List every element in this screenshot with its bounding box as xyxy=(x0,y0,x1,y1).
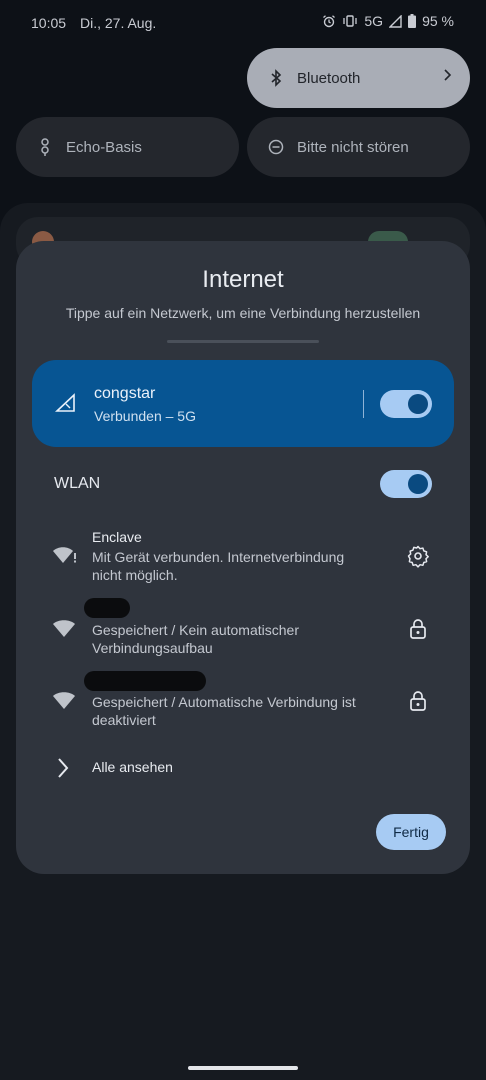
network-status-line: nicht möglich. xyxy=(92,567,178,583)
wifi-warning-icon xyxy=(52,545,78,570)
dialog-divider xyxy=(167,340,319,343)
network-status-line: Gespeichert / Kein automatischer xyxy=(92,622,299,638)
dialog-title: Internet xyxy=(202,266,284,293)
do-not-disturb-icon xyxy=(265,139,287,155)
home-indicator[interactable] xyxy=(188,1066,298,1070)
cell-signal-icon xyxy=(54,393,76,418)
gear-icon[interactable] xyxy=(406,544,430,573)
network-name: Enclave xyxy=(92,529,142,545)
bluetooth-tile[interactable]: Bluetooth xyxy=(247,48,470,108)
mobile-network-name: congstar xyxy=(94,385,156,402)
mobile-data-toggle[interactable] xyxy=(380,390,432,418)
do-not-disturb-tile[interactable]: Bitte nicht stören xyxy=(247,117,470,177)
wifi-icon xyxy=(52,618,76,643)
link-icon xyxy=(34,137,56,157)
chevron-right-icon[interactable] xyxy=(56,757,70,784)
wlan-toggle[interactable] xyxy=(380,470,432,498)
dialog-subtitle: Tippe auf ein Netzwerk, um eine Verbindu… xyxy=(65,305,421,321)
wifi-icon xyxy=(52,690,76,715)
wlan-label: WLAN xyxy=(54,475,101,492)
network-status-line: Gespeichert / Automatische Verbindung is… xyxy=(92,694,356,710)
see-all-link[interactable]: Alle ansehen xyxy=(92,759,173,775)
chevron-right-icon xyxy=(442,68,452,86)
bluetooth-label: Bluetooth xyxy=(297,69,361,87)
done-button[interactable]: Fertig xyxy=(376,814,446,850)
signal-icon xyxy=(389,14,402,28)
lock-icon xyxy=(406,689,430,718)
redacted-network-name xyxy=(84,598,130,618)
alarm-icon xyxy=(323,15,336,28)
network-type: 5G xyxy=(364,13,384,29)
bluetooth-icon xyxy=(265,69,287,87)
network-status-line: deaktiviert xyxy=(92,712,156,728)
mobile-network-status: Verbunden – 5G xyxy=(94,408,196,424)
status-icons: 5G 95 % xyxy=(322,13,454,29)
lock-icon xyxy=(406,617,430,646)
redacted-network-name xyxy=(84,671,206,691)
vibrate-icon xyxy=(343,15,358,27)
network-status-line: Verbindungsaufbau xyxy=(92,640,213,656)
echo-basis-tile[interactable]: Echo-Basis xyxy=(16,117,239,177)
battery-icon xyxy=(408,14,417,28)
network-status-line: Mit Gerät verbunden. Internetverbindung xyxy=(92,549,345,565)
battery-percent: 95 % xyxy=(422,13,454,29)
do-not-disturb-label: Bitte nicht stören xyxy=(297,138,409,156)
toggle-knob xyxy=(408,394,428,414)
echo-basis-label: Echo-Basis xyxy=(66,138,142,156)
status-time: 10:05 xyxy=(31,15,67,31)
status-date: Di., 27. Aug. xyxy=(80,15,157,31)
toggle-knob xyxy=(408,474,428,494)
mobile-divider xyxy=(363,390,364,418)
